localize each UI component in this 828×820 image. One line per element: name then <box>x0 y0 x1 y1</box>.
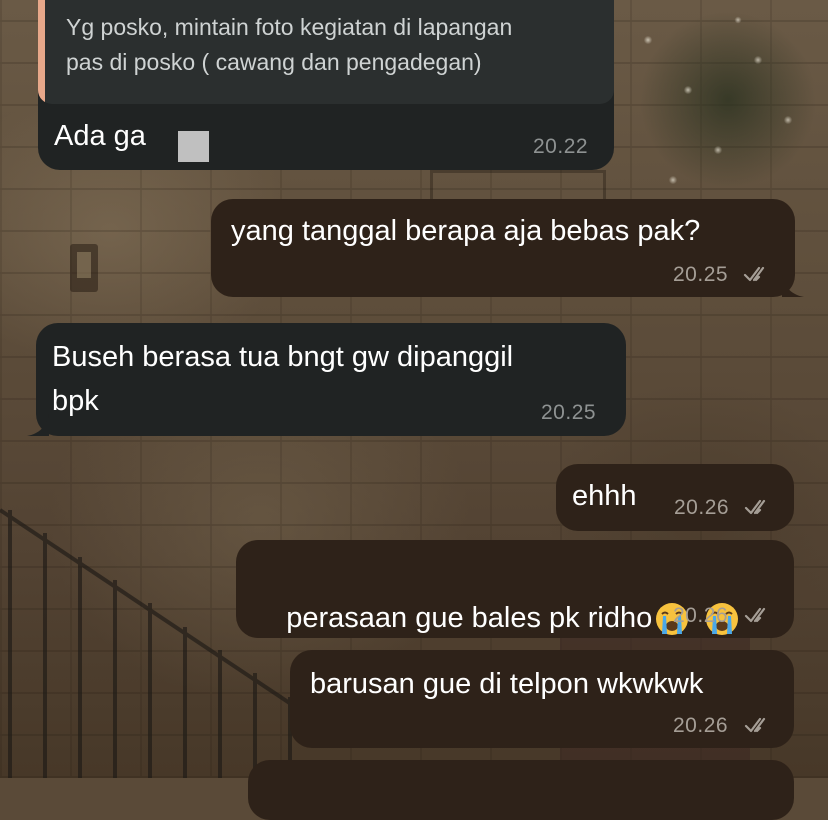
incoming-message[interactable]: Yg posko, mintain foto kegiatan di lapan… <box>38 0 614 170</box>
bubble-tail <box>27 414 49 436</box>
wallpaper-lamp <box>70 244 98 292</box>
read-receipt-icon <box>744 499 766 515</box>
message-text-content: perasaan gue bales pk ridho <box>286 602 653 634</box>
message-text-line1: Buseh berasa tua bngt gw dipanggil <box>52 341 514 373</box>
incoming-message[interactable]: Buseh berasa tua bngt gw dipanggil bpk 2… <box>27 323 626 436</box>
message-time: 20.26 <box>673 714 729 737</box>
outgoing-message[interactable]: perasaan gue bales pk ridho 20.26 <box>236 540 794 638</box>
outgoing-message-partial[interactable] <box>248 760 794 820</box>
message-time: 20.25 <box>673 263 729 286</box>
reply-quote[interactable]: Yg posko, mintain foto kegiatan di lapan… <box>38 0 614 104</box>
read-receipt-icon <box>744 607 766 623</box>
message-text: yang tanggal berapa aja bebas pak? <box>231 215 701 247</box>
read-receipt-icon <box>743 266 765 282</box>
message-time: 20.26 <box>674 496 730 519</box>
bubble-tail <box>782 275 804 297</box>
message-text-line2: bpk <box>52 385 99 417</box>
outgoing-message[interactable]: ehhh 20.26 <box>556 464 794 531</box>
message-text: Ada ga <box>54 120 146 152</box>
read-receipt-icon <box>744 717 766 733</box>
message-time: 20.25 <box>541 401 597 424</box>
message-text: barusan gue di telpon wkwkwk <box>310 668 704 700</box>
outgoing-message[interactable]: yang tanggal berapa aja bebas pak? 20.25 <box>211 199 804 297</box>
reply-quote-text-line1: Yg posko, mintain foto kegiatan di lapan… <box>66 14 513 40</box>
reply-quote-text-line2: pas di posko ( cawang dan pengadegan) <box>66 49 482 75</box>
wallpaper-flowers <box>628 0 828 210</box>
redacted-block <box>178 131 209 162</box>
message-text: ehhh <box>572 480 637 512</box>
reply-quote-accent-bar <box>38 0 45 104</box>
message-time: 20.26 <box>673 604 729 627</box>
message-time: 20.22 <box>533 135 589 158</box>
outgoing-message[interactable]: barusan gue di telpon wkwkwk 20.26 <box>290 650 794 748</box>
